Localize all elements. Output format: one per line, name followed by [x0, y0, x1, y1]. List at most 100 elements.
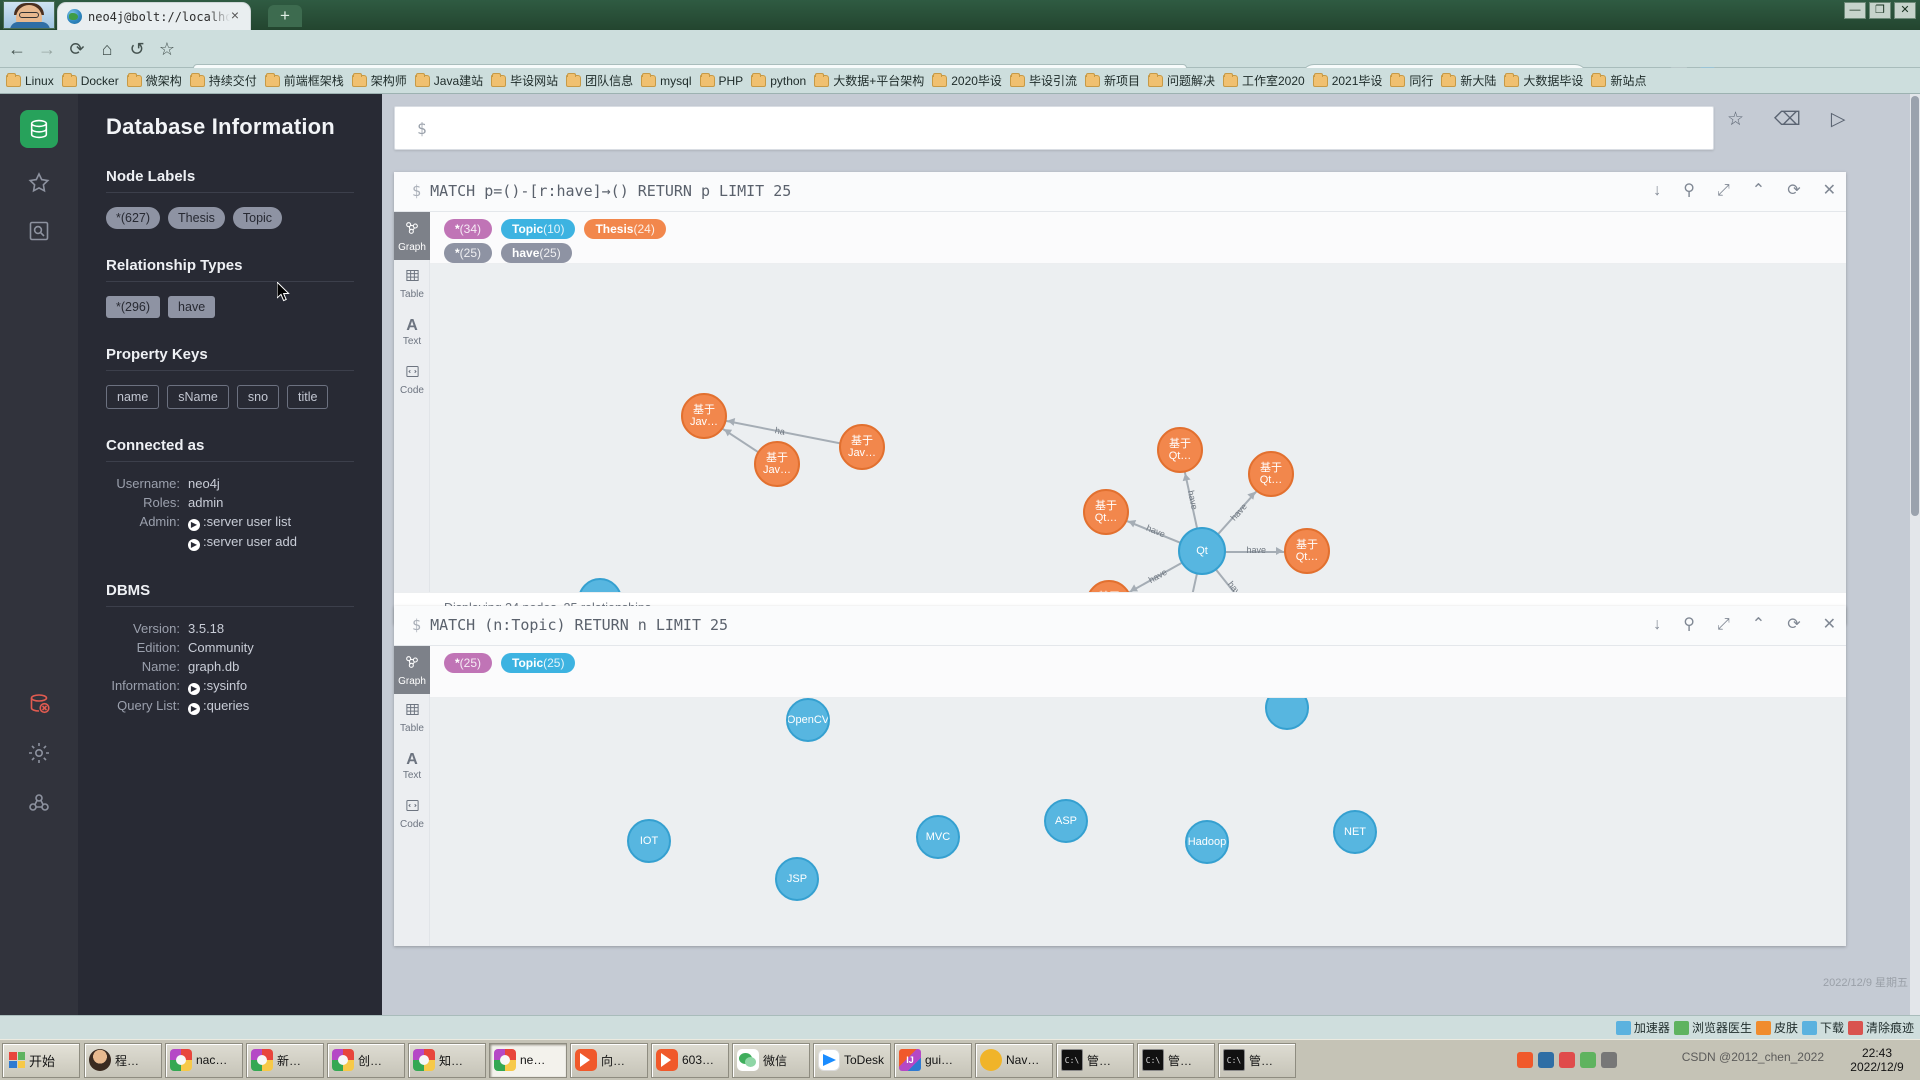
pill-item[interactable]: sno — [236, 385, 280, 409]
bookmark-item[interactable]: 2020毕设 — [932, 72, 1002, 89]
graph-node[interactable]: 基于Jav… — [681, 393, 727, 439]
view-tab-graph[interactable]: Graph — [394, 646, 430, 694]
graph-node[interactable]: 基于Qt… — [1157, 427, 1203, 473]
legend-pill-node[interactable]: Topic(25) — [501, 653, 576, 673]
bookmark-item[interactable]: Java建站 — [414, 72, 483, 89]
run-command-icon[interactable]: ▶ — [188, 539, 200, 551]
scrollbar-thumb[interactable] — [1911, 96, 1919, 516]
bookmark-item[interactable]: 架构师 — [351, 72, 407, 89]
download-icon[interactable]: ↓ — [1653, 615, 1661, 635]
new-tab-button[interactable]: + — [268, 5, 302, 27]
page-scrollbar[interactable] — [1910, 94, 1920, 1015]
sogou-icon[interactable] — [1516, 1052, 1533, 1068]
taskbar-button[interactable]: C:\ 管… — [1218, 1042, 1296, 1078]
legend-pill-rel[interactable]: *(25) — [444, 243, 493, 263]
graph-canvas[interactable]: havehavehavehavehavehavehavehavehaveha基于… — [430, 264, 1846, 592]
maximize-button[interactable]: ❐ — [1869, 2, 1891, 19]
sidebar-item-favorites[interactable] — [20, 164, 58, 202]
bookmark-item[interactable]: Linux — [6, 72, 54, 88]
bookmark-item[interactable]: 前端框架栈 — [264, 72, 344, 89]
graph-node[interactable]: 基于Qt… — [1248, 451, 1294, 497]
view-tab-table[interactable]: Table — [394, 694, 430, 742]
sidebar-item-about[interactable] — [20, 784, 58, 822]
graph-node[interactable]: Hadoop — [1185, 820, 1229, 864]
reload-icon[interactable]: ⟳ — [64, 36, 90, 62]
pill-item[interactable]: name — [106, 385, 160, 409]
legend-pill-node[interactable]: Thesis(24) — [584, 219, 666, 239]
view-tab-text[interactable]: A Text — [394, 308, 430, 356]
pin-icon[interactable]: ⚲ — [1683, 181, 1695, 201]
bookmark-item[interactable]: 工作室2020 — [1222, 72, 1305, 89]
bookmark-item[interactable]: mysql — [641, 72, 692, 88]
tray-item[interactable]: 清除痕迹 — [1847, 1019, 1914, 1036]
legend-pill-node[interactable]: *(25) — [444, 653, 493, 673]
refresh-icon[interactable]: ⟳ — [1787, 615, 1800, 635]
view-tab-code[interactable]: Code — [394, 356, 430, 404]
taskbar-button[interactable]: ne… — [489, 1042, 567, 1078]
bookmark-item[interactable]: 2021毕设 — [1312, 72, 1382, 89]
bookmark-star-icon[interactable]: ☆ — [154, 36, 180, 62]
bookmark-item[interactable]: 微架构 — [126, 72, 182, 89]
taskbar-button[interactable]: Nav… — [975, 1042, 1053, 1078]
wps-icon[interactable] — [1537, 1052, 1554, 1068]
info-value[interactable]: ▶:server user add — [188, 534, 297, 551]
taskbar-button[interactable]: 603… — [651, 1042, 729, 1078]
taskbar-button[interactable]: 创… — [327, 1042, 405, 1078]
tray-item[interactable]: 下载 — [1801, 1019, 1844, 1036]
back-arrow-icon[interactable]: ← — [4, 36, 30, 62]
taskbar-button[interactable]: 新… — [246, 1042, 324, 1078]
graph-node[interactable]: 基于Jav… — [754, 441, 800, 487]
bookmark-item[interactable]: 大数据+平台架构 — [814, 72, 924, 89]
collapse-icon[interactable]: ⌃ — [1752, 615, 1765, 635]
taskbar-button[interactable]: 程… — [84, 1042, 162, 1078]
close-window-button[interactable]: ✕ — [1894, 2, 1916, 19]
sidebar-item-disconnect[interactable] — [20, 684, 58, 722]
graph-node[interactable]: IOT — [627, 819, 671, 863]
undo-icon[interactable]: ↺ — [124, 36, 150, 62]
download-icon[interactable]: ↓ — [1653, 181, 1661, 201]
pill-item[interactable]: sName — [167, 385, 229, 409]
bookmark-item[interactable]: 问题解决 — [1147, 72, 1215, 89]
taskbar-button[interactable]: nac… — [165, 1042, 243, 1078]
pill-item[interactable]: title — [287, 385, 329, 409]
graph-node[interactable]: ASP — [1044, 799, 1088, 843]
volume-icon[interactable] — [1579, 1052, 1596, 1068]
view-tab-text[interactable]: A Text — [394, 742, 430, 790]
bookmark-item[interactable]: 大数据毕设 — [1504, 72, 1583, 89]
graph-canvas[interactable]: OpenCV IOT MVC ASP Hadoop NET JSP — [430, 698, 1846, 946]
pill-item[interactable]: *(627) — [106, 207, 161, 229]
view-tab-table[interactable]: Table — [394, 260, 430, 308]
home-icon[interactable]: ⌂ — [94, 36, 120, 62]
close-icon[interactable]: ✕ — [1823, 615, 1836, 635]
pill-item[interactable]: *(296) — [106, 296, 161, 318]
minimize-button[interactable]: — — [1844, 2, 1866, 19]
bookmark-item[interactable]: 毕设引流 — [1009, 72, 1077, 89]
start-button[interactable]: 开始 — [2, 1042, 80, 1078]
taskbar-button[interactable]: C:\ 管… — [1056, 1042, 1134, 1078]
taskbar-clock[interactable]: 22:43 2022/12/9 — [1834, 1046, 1920, 1074]
graph-node[interactable]: NET — [578, 578, 622, 592]
net-icon[interactable] — [1558, 1052, 1575, 1068]
legend-pill-rel[interactable]: have(25) — [501, 243, 572, 263]
bookmark-item[interactable]: Docker — [61, 72, 119, 88]
pill-item[interactable]: have — [168, 296, 216, 318]
pill-item[interactable]: Thesis — [168, 207, 225, 229]
graph-node[interactable]: 基于Qt… — [1086, 580, 1132, 592]
graph-node[interactable]: JSP — [775, 857, 819, 901]
run-play-icon[interactable]: ▷ — [1831, 108, 1846, 131]
info-value[interactable]: ▶:sysinfo — [188, 678, 247, 695]
taskbar-button[interactable]: IJ gui… — [894, 1042, 972, 1078]
favorite-star-icon[interactable]: ☆ — [1727, 108, 1744, 131]
legend-pill-node[interactable]: *(34) — [444, 219, 493, 239]
taskbar-button[interactable]: 向… — [570, 1042, 648, 1078]
graph-node[interactable]: NET — [1333, 810, 1377, 854]
info-value[interactable]: ▶:server user list — [188, 514, 291, 531]
graph-node[interactable]: MVC — [916, 815, 960, 859]
browser-tab[interactable]: neo4j@bolt://localhost:7... × — [58, 3, 250, 30]
bookmark-item[interactable]: 毕设网站 — [491, 72, 558, 89]
clear-eraser-icon[interactable]: ⌫ — [1774, 108, 1801, 131]
profile-avatar[interactable] — [3, 1, 55, 29]
taskbar-button[interactable]: C:\ 管… — [1137, 1042, 1215, 1078]
close-tab-button[interactable]: × — [228, 8, 242, 23]
cypher-editor[interactable]: $ — [394, 106, 1714, 150]
